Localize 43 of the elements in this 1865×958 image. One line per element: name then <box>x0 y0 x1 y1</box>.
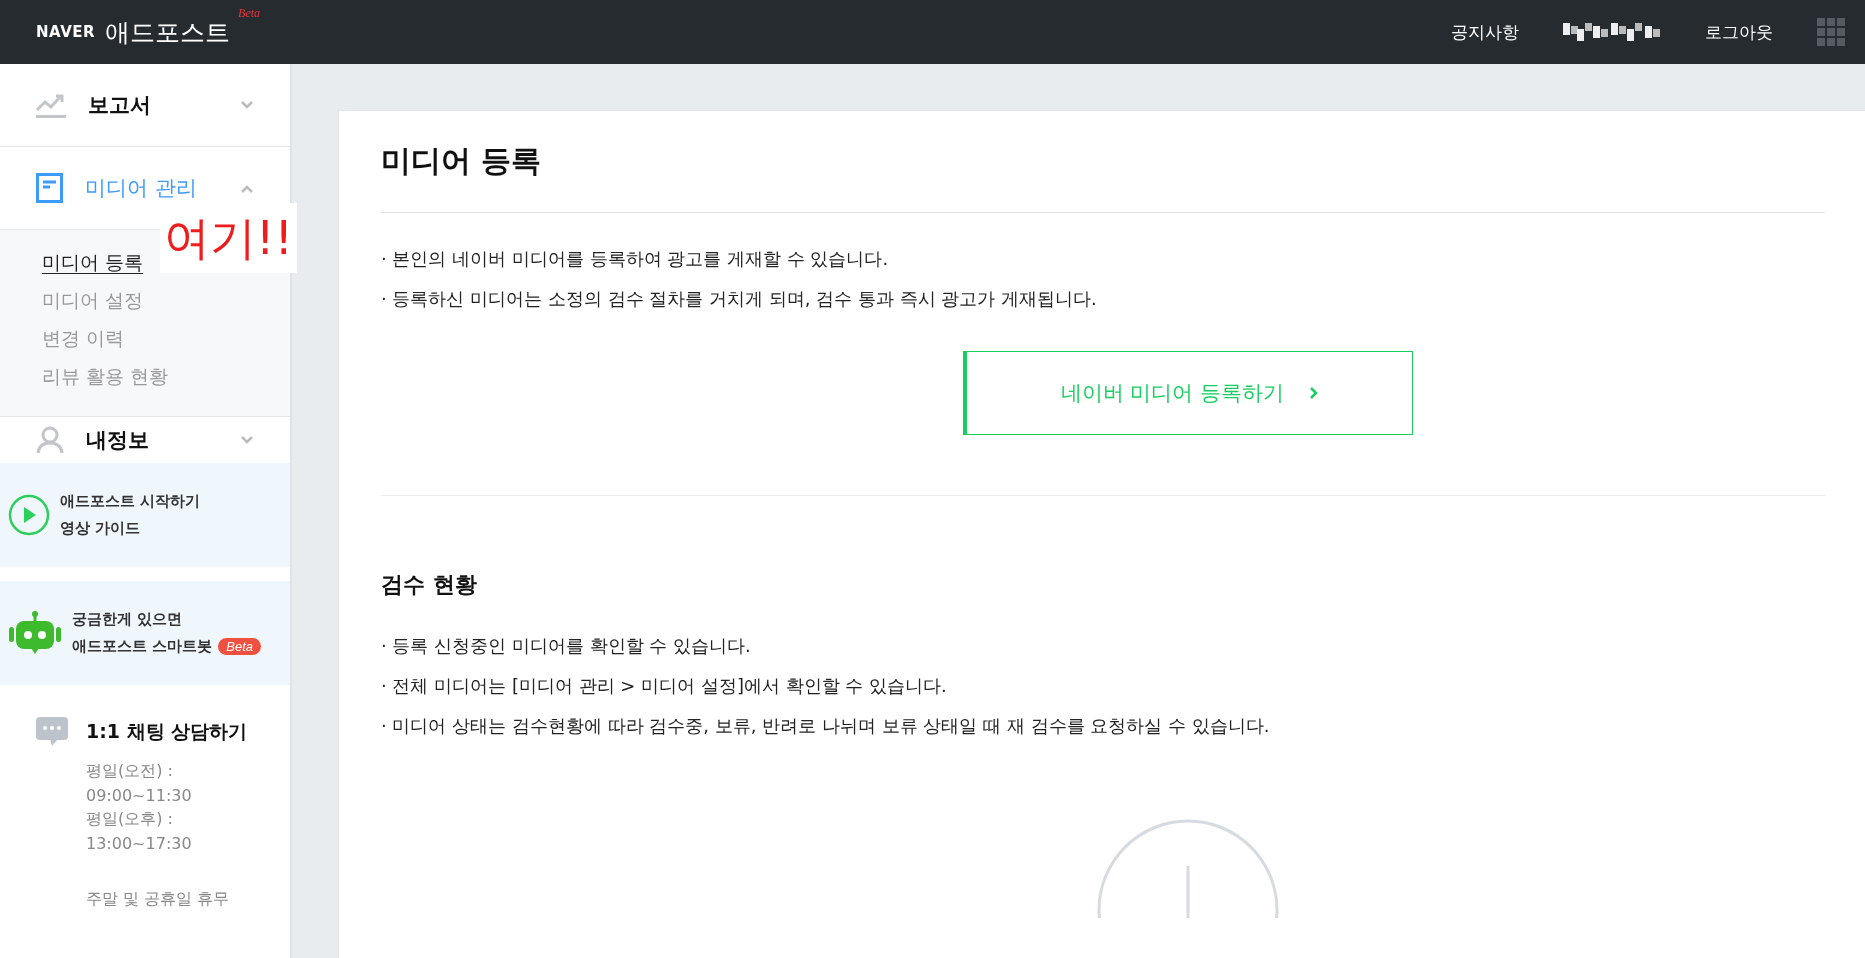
banner-text: 애드포스트 시작하기 <box>60 492 201 511</box>
info-text: · 본인의 네이버 미디어를 등록하여 광고를 게재할 수 있습니다. <box>381 247 890 271</box>
play-icon <box>8 494 50 536</box>
banner-text: 궁금한게 있으면 <box>72 610 184 629</box>
chevron-right-icon <box>1310 387 1319 399</box>
beta-label: Beta <box>238 6 261 21</box>
banner-text: 애드포스트 스마트봇 Beta <box>72 637 261 656</box>
info-text: · 등록 신청중인 미디어를 확인할 수 있습니다. <box>381 634 752 658</box>
banner-text: 영상 가이드 <box>60 519 142 538</box>
page-title: 미디어 등록 <box>381 141 1825 213</box>
robot-icon <box>8 610 62 656</box>
video-guide-banner[interactable]: 애드포스트 시작하기 영상 가이드 <box>0 463 290 567</box>
beta-badge: Beta <box>218 638 261 655</box>
menu-label: 보고서 <box>88 92 152 119</box>
hours-text: 09:00~11:30 <box>86 786 193 805</box>
holiday-note: 주말 및 공휴일 휴무 <box>85 889 231 910</box>
chevron-down-icon <box>240 100 254 110</box>
info-text: · 미디어 상태는 검수현황에 따라 검수중, 보류, 반려로 나뉘며 보류 상태일 때 재 검수를 요청하실 수 있습니다. <box>381 714 1271 738</box>
header-link[interactable]: 공지사항 <box>1451 20 1519 44</box>
naver-logo[interactable]: NAVER <box>36 23 96 41</box>
smartbot-banner[interactable]: 궁금한게 있으면 애드포스트 스마트봇 Beta <box>0 581 290 685</box>
chart-icon <box>36 92 66 118</box>
chevron-down-icon <box>240 435 254 445</box>
document-icon <box>36 173 63 203</box>
submenu-item[interactable]: 미디어 등록 <box>42 250 144 276</box>
hours-text: 13:00~17:30 <box>86 834 193 853</box>
chat-bubble-icon <box>36 717 68 747</box>
info-text: · 등록하신 미디어는 소정의 검수 절차를 거치게 되며, 검수 통과 즉시 광고가 게재됩니다. <box>381 287 1098 311</box>
chevron-up-icon <box>240 183 254 193</box>
menu-label: 내정보 <box>86 427 150 454</box>
hours-text: 평일(오후) : <box>86 809 174 830</box>
hours-text: 평일(오전) : <box>86 761 174 782</box>
annotation-text: 여기!! <box>160 203 297 273</box>
app-grid-icon[interactable] <box>1817 18 1845 46</box>
section-title: 검수 현황 <box>381 571 478 599</box>
info-text: · 전체 미디어는 [미디어 관리 > 미디어 설정]에서 확인할 수 있습니다. <box>381 674 948 698</box>
sidebar-menu-item[interactable]: 보고서 <box>0 64 290 147</box>
person-icon <box>36 426 64 454</box>
chat-consult-link[interactable]: 1:1 채팅 상담하기 <box>86 719 248 745</box>
service-name[interactable]: 애드포스트 <box>105 15 231 49</box>
sidebar-menu-item[interactable]: 내정보 <box>0 417 290 463</box>
menu-label: 미디어 관리 <box>85 175 198 202</box>
header-link[interactable]: 로그아웃 <box>1705 20 1773 44</box>
